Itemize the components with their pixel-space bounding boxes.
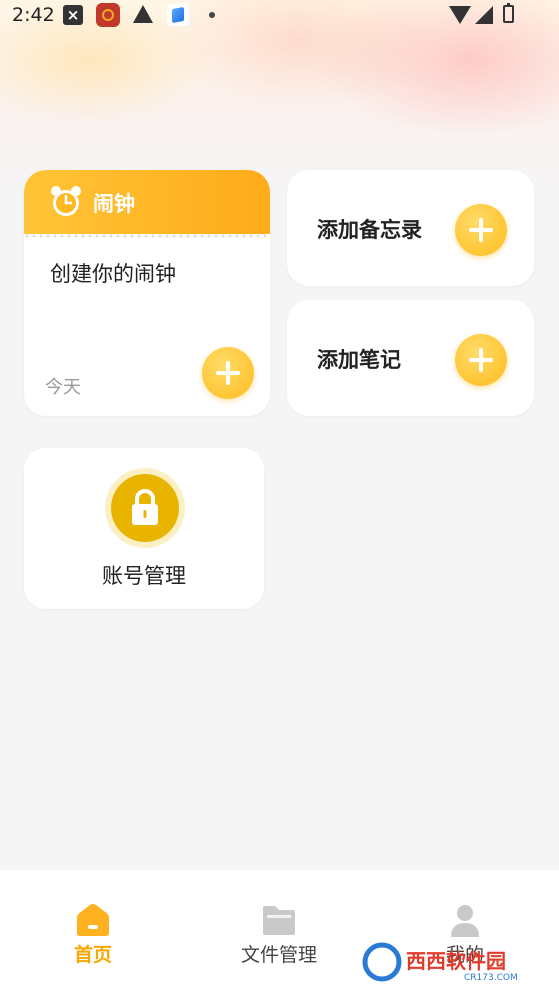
watermark-site: CR173.COM: [464, 973, 518, 983]
watermark-logo: 西西软件园 CR173.COM: [362, 942, 518, 983]
alarm-card-header: 闹钟: [24, 170, 270, 238]
warning-icon: [133, 5, 153, 23]
alarm-title: 闹钟: [93, 192, 135, 216]
user-icon: [451, 905, 479, 937]
add-note-label: 添加笔记: [317, 348, 401, 372]
add-memo-button[interactable]: [455, 204, 507, 256]
account-management-card[interactable]: 账号管理: [24, 448, 264, 609]
add-note-card[interactable]: 添加笔记: [287, 300, 534, 416]
lock-icon-badge: [105, 468, 185, 548]
layers-icon: [167, 4, 189, 26]
create-alarm-text: 创建你的闹钟: [50, 262, 176, 286]
alarm-clock-icon: [51, 186, 81, 216]
add-memo-label: 添加备忘录: [317, 218, 422, 242]
account-management-label: 账号管理: [102, 564, 186, 588]
folder-icon: [263, 906, 295, 935]
tab-home[interactable]: 首页: [0, 870, 186, 996]
alarm-date-label: 今天: [45, 377, 81, 398]
status-bar: 2:42 ×: [0, 0, 559, 32]
status-time: 2:42: [12, 4, 55, 26]
close-box-icon: ×: [63, 5, 83, 25]
alarm-card[interactable]: 闹钟 创建你的闹钟 今天: [24, 170, 270, 416]
home-icon: [77, 904, 109, 936]
lock-icon: [132, 489, 158, 525]
battery-icon: [503, 3, 514, 23]
add-alarm-button[interactable]: [202, 347, 254, 399]
app-notification-icon: [96, 3, 120, 27]
add-note-button[interactable]: [455, 334, 507, 386]
tab-files[interactable]: 文件管理: [186, 870, 372, 996]
dot-icon: [209, 12, 215, 18]
add-memo-card[interactable]: 添加备忘录: [287, 170, 534, 286]
wifi-icon: [449, 6, 471, 24]
watermark-brand: 西西软件园: [406, 949, 506, 973]
signal-icon: [475, 6, 493, 24]
tab-home-label: 首页: [73, 944, 112, 966]
tab-files-label: 文件管理: [240, 944, 317, 966]
